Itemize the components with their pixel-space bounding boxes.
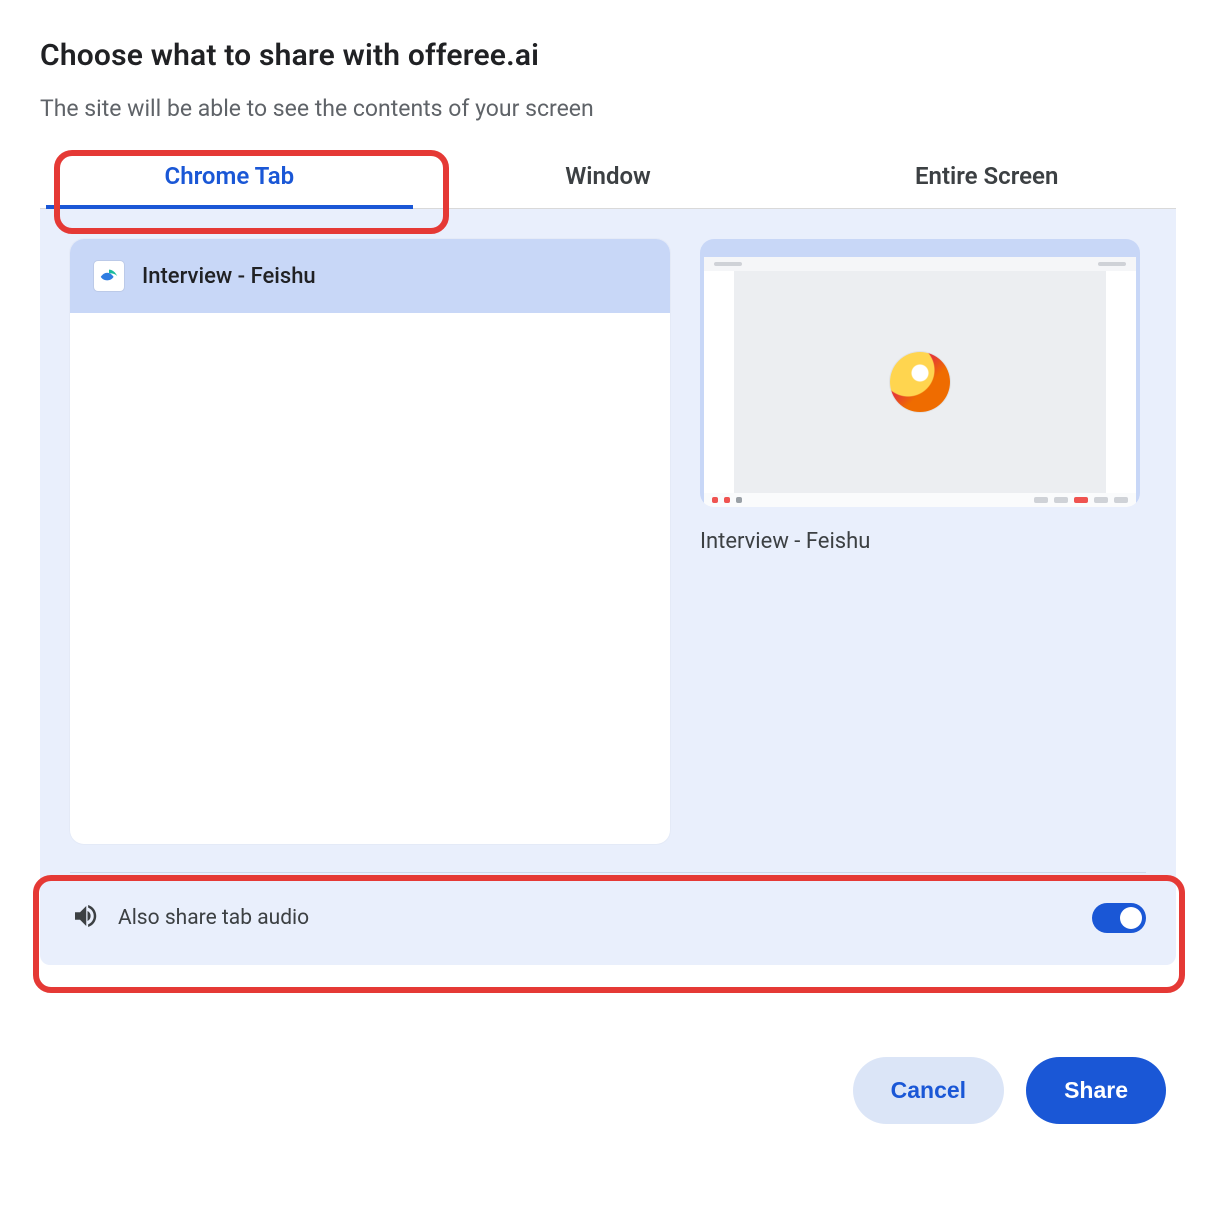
tab-entire-screen[interactable]: Entire Screen <box>797 140 1176 208</box>
volume-icon <box>70 901 100 935</box>
share-button[interactable]: Share <box>1026 1057 1166 1124</box>
tab-list: Interview - Feishu <box>70 239 670 844</box>
tab-preview-thumbnail <box>700 239 1140 507</box>
dialog-footer: Cancel Share <box>40 1057 1176 1124</box>
picker-panel: Interview - Feishu Inte <box>40 209 1176 965</box>
tab-preview-caption: Interview - Feishu <box>700 529 1140 554</box>
dialog-title: Choose what to share with offeree.ai <box>40 38 1176 73</box>
tab-list-item[interactable]: Interview - Feishu <box>70 239 670 313</box>
tab-preview[interactable]: Interview - Feishu <box>700 239 1140 554</box>
tab-window[interactable]: Window <box>419 140 798 208</box>
feishu-icon <box>94 261 124 291</box>
share-audio-row: Also share tab audio <box>70 872 1146 935</box>
share-mode-tabs: Chrome Tab Window Entire Screen <box>40 140 1176 209</box>
dialog-subtitle: The site will be able to see the content… <box>40 95 1176 122</box>
avatar-icon <box>890 352 950 412</box>
share-audio-label: Also share tab audio <box>118 906 309 930</box>
cancel-button[interactable]: Cancel <box>853 1057 1004 1124</box>
tab-list-item-title: Interview - Feishu <box>142 264 316 289</box>
share-audio-toggle[interactable] <box>1092 903 1146 933</box>
tab-chrome-tab[interactable]: Chrome Tab <box>40 140 419 208</box>
